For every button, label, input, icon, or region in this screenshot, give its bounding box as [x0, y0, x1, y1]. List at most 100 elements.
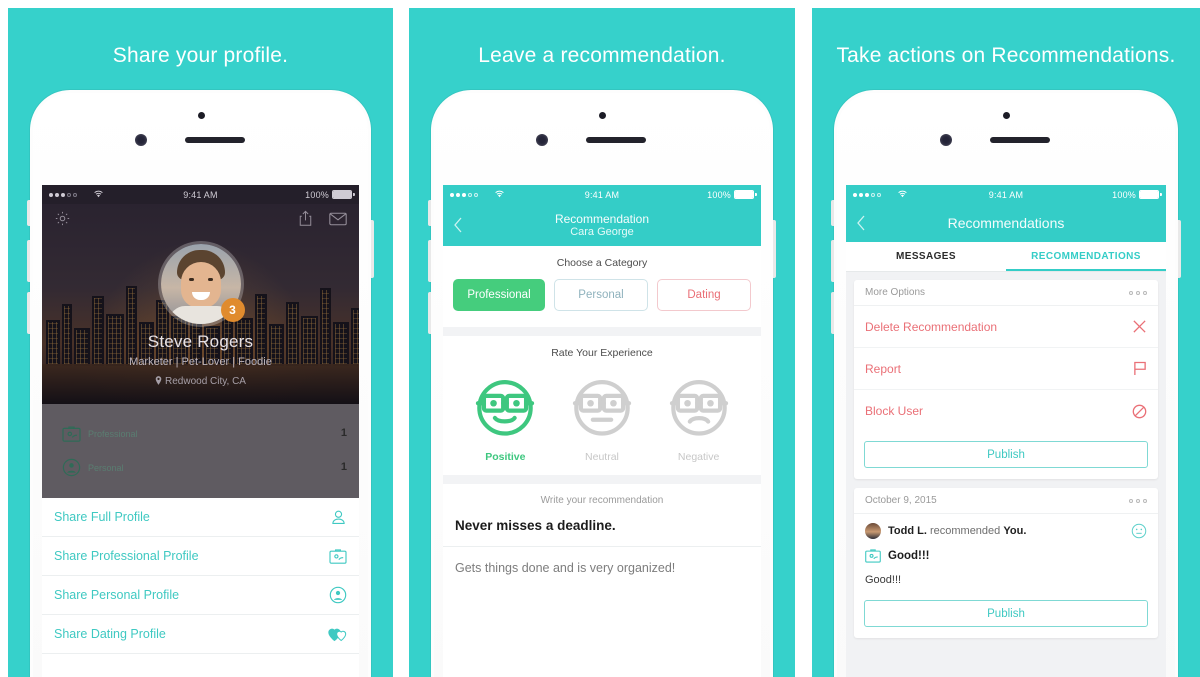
section-divider — [443, 327, 761, 336]
power-button[interactable] — [371, 220, 374, 278]
battery-icon — [734, 190, 757, 199]
chevron-left-icon[interactable] — [453, 217, 463, 233]
card-header: More Options — [854, 280, 1158, 306]
rating-section-label: Rate Your Experience — [551, 347, 653, 359]
chevron-left-icon[interactable] — [856, 215, 866, 231]
wifi-icon — [494, 190, 505, 200]
stat-label: Professional — [88, 429, 138, 439]
battery-icon — [332, 190, 355, 199]
publish-button[interactable]: Publish — [864, 441, 1148, 468]
volume-up-button[interactable] — [428, 240, 431, 282]
category-section: Choose a Category Professional Personal … — [443, 246, 761, 327]
signal-strength-icon — [853, 192, 881, 197]
proximity-sensor-icon — [536, 134, 548, 146]
panel-leave-recommendation: Leave a recommendation. 9:41 AM 100% Rec… — [409, 8, 795, 677]
status-bar: 9:41 AM 100% — [443, 185, 761, 204]
power-button[interactable] — [1178, 220, 1181, 278]
author-name: Todd L. — [888, 525, 927, 537]
recommendation-body-input[interactable]: Gets things done and is very organized! — [443, 547, 761, 575]
wifi-icon — [897, 190, 908, 200]
profile-name: Steve Rogers — [147, 332, 254, 351]
earpiece-speaker — [990, 137, 1050, 143]
proximity-sensor-icon — [134, 134, 147, 146]
panel-title: Take actions on Recommendations. — [836, 44, 1176, 67]
stat-label: Personal — [88, 463, 124, 473]
proximity-sensor-icon — [940, 134, 952, 146]
profile-location: Redwood City, CA — [42, 376, 359, 388]
volume-up-button[interactable] — [831, 240, 834, 282]
recommendation-headline-row: Good!!! — [854, 539, 1158, 563]
share-full-profile-item[interactable]: Share Full Profile — [42, 498, 359, 537]
mute-switch[interactable] — [27, 200, 30, 226]
category-dating-button[interactable]: Dating — [657, 279, 751, 311]
tab-recommendations[interactable]: RECOMMENDATIONS — [1006, 242, 1166, 271]
gear-icon[interactable] — [54, 210, 71, 232]
phone-screen: 9:41 AM 100% Recommendation Cara George — [443, 185, 761, 677]
signal-strength-icon — [49, 192, 77, 197]
block-user-action[interactable]: Block User — [854, 390, 1158, 432]
publish-button[interactable]: Publish — [864, 600, 1148, 627]
action-label: Report — [865, 361, 902, 376]
share-personal-profile-item[interactable]: Share Personal Profile — [42, 576, 359, 615]
stat-value: 1 — [340, 427, 347, 439]
rating-neutral-option[interactable]: Neutral — [565, 373, 639, 463]
recommendation-headline-input[interactable]: Never misses a deadline. — [443, 516, 761, 547]
wifi-icon — [93, 190, 104, 200]
mute-switch[interactable] — [831, 200, 834, 226]
rating-option-label: Neutral — [585, 451, 619, 463]
share-icon[interactable] — [298, 210, 313, 232]
panel-take-actions: Take actions on Recommendations. 9:41 AM — [812, 8, 1200, 677]
volume-down-button[interactable] — [428, 292, 431, 334]
battery-icon — [1139, 190, 1162, 199]
mute-switch[interactable] — [428, 200, 431, 226]
mail-icon[interactable] — [329, 212, 347, 231]
earpiece-speaker — [184, 137, 245, 143]
stat-bar-wrap: Personal — [88, 458, 323, 476]
volume-down-button[interactable] — [27, 292, 30, 334]
section-divider — [443, 475, 761, 484]
power-button[interactable] — [773, 220, 776, 278]
rating-positive-option[interactable]: Positive — [468, 373, 542, 463]
category-personal-button[interactable]: Personal — [554, 279, 648, 311]
phone-screen: 9:41 AM 100% Recommendations MESSAGES RE… — [846, 185, 1166, 677]
category-options: Professional Personal Dating — [443, 279, 761, 327]
category-professional-button[interactable]: Professional — [453, 279, 545, 311]
three-dots-icon[interactable] — [1129, 291, 1147, 295]
battery-area: 100% — [305, 190, 355, 200]
stat-row: Personal 1 — [54, 450, 347, 484]
card-header: October 9, 2015 — [854, 488, 1158, 514]
rating-option-label: Positive — [485, 451, 526, 463]
share-item-label: Share Personal Profile — [54, 588, 180, 602]
volume-down-button[interactable] — [831, 292, 834, 334]
three-dots-icon[interactable] — [1129, 499, 1147, 503]
phone-frame: 9:41 AM 100% 3 Steve Rogers Marketer | P… — [27, 90, 374, 677]
volume-up-button[interactable] — [27, 240, 30, 282]
flag-icon — [1133, 361, 1147, 376]
profile-tagline: Marketer | Pet-Lover | Foodie — [129, 356, 272, 368]
stat-value: 1 — [340, 461, 347, 473]
share-dating-profile-item[interactable]: Share Dating Profile — [42, 615, 359, 654]
close-x-icon — [1132, 319, 1147, 334]
share-options-list: Share Full Profile Share Professional Pr… — [42, 498, 359, 654]
avatar[interactable]: 3 — [160, 244, 245, 324]
person-circle-icon — [54, 458, 88, 477]
delete-recommendation-action[interactable]: Delete Recommendation — [854, 306, 1158, 348]
nav-title: Recommendations — [947, 215, 1065, 231]
rating-negative-option[interactable]: Negative — [662, 373, 736, 463]
more-options-card: More Options Delete Recommendation Repor… — [854, 280, 1158, 479]
location-pin-icon — [155, 376, 162, 388]
share-professional-profile-item[interactable]: Share Professional Profile — [42, 537, 359, 576]
person-circle-icon — [329, 586, 347, 604]
smiley-positive-icon — [472, 380, 538, 443]
battery-area: 100% — [1112, 190, 1162, 200]
rating-options: Positive Neutral Negative — [443, 369, 761, 475]
profile-hero: 3 Steve Rogers Marketer | Pet-Lover | Fo… — [42, 204, 359, 404]
tab-messages[interactable]: MESSAGES — [846, 242, 1006, 271]
recommendation-body: Good!!! — [865, 574, 902, 586]
nav-subtitle: Cara George — [570, 225, 634, 238]
action-text: recommended — [929, 525, 1001, 537]
share-item-label: Share Dating Profile — [54, 627, 166, 641]
smiley-neutral-icon[interactable] — [1131, 523, 1147, 539]
report-action[interactable]: Report — [854, 348, 1158, 390]
profile-stats: Professional 1 Personal 1 — [42, 404, 359, 498]
